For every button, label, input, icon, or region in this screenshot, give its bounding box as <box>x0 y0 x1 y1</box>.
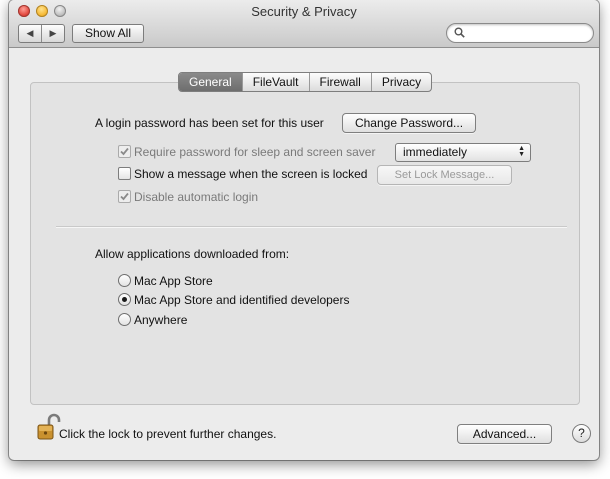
up-down-arrows-icon: ▲ ▼ <box>518 145 525 158</box>
allow-apps-heading: Allow applications downloaded from: <box>95 247 290 261</box>
radio-label-mac-app-store-identified: Mac App Store and identified developers <box>134 293 350 307</box>
radio-anywhere[interactable] <box>118 313 131 326</box>
tab-firewall[interactable]: Firewall <box>308 73 371 91</box>
forward-arrow-icon[interactable]: ▶ <box>42 25 64 42</box>
tab-bar: General FileVault Firewall Privacy <box>178 72 433 92</box>
general-pane <box>30 82 580 405</box>
disable-auto-login-label: Disable automatic login <box>134 190 259 204</box>
security-privacy-window: Security & Privacy ◀ ▶ Show All General … <box>9 0 599 460</box>
radio-mac-app-store-identified[interactable] <box>118 293 131 306</box>
search-field[interactable] <box>446 23 594 43</box>
checkmark-icon <box>120 147 129 156</box>
checkmark-icon <box>120 192 129 201</box>
tab-general[interactable]: General <box>179 73 242 91</box>
title-bar: Security & Privacy ◀ ▶ Show All <box>9 0 599 48</box>
change-password-button[interactable]: Change Password... <box>342 113 476 133</box>
require-password-interval-value: immediately <box>403 145 468 159</box>
lock-text: Click the lock to prevent further change… <box>59 427 277 441</box>
advanced-button[interactable]: Advanced... <box>457 424 552 444</box>
section-divider <box>56 226 567 228</box>
disable-auto-login-checkbox[interactable] <box>118 190 131 203</box>
show-message-label: Show a message when the screen is locked <box>134 167 368 181</box>
require-password-label: Require password for sleep and screen sa… <box>134 145 376 159</box>
tab-filevault[interactable]: FileVault <box>241 73 309 91</box>
tab-privacy[interactable]: Privacy <box>370 73 431 91</box>
window-title: Security & Privacy <box>251 4 357 19</box>
back-arrow-icon[interactable]: ◀ <box>19 25 42 42</box>
search-input[interactable] <box>469 25 591 41</box>
unlocked-padlock-icon[interactable] <box>37 413 61 441</box>
help-button[interactable]: ? <box>572 424 591 443</box>
show-all-button[interactable]: Show All <box>72 24 144 43</box>
require-password-checkbox[interactable] <box>118 145 131 158</box>
require-password-interval-select[interactable]: immediately ▲ ▼ <box>395 143 531 162</box>
login-password-text: A login password has been set for this u… <box>95 116 324 130</box>
radio-label-anywhere: Anywhere <box>134 313 188 327</box>
radio-label-mac-app-store: Mac App Store <box>134 274 213 288</box>
radio-mac-app-store[interactable] <box>118 274 131 287</box>
magnifier-icon <box>454 27 465 38</box>
back-forward-control: ◀ ▶ <box>18 24 65 43</box>
show-message-checkbox[interactable] <box>118 167 131 180</box>
set-lock-message-button[interactable]: Set Lock Message... <box>377 165 512 185</box>
